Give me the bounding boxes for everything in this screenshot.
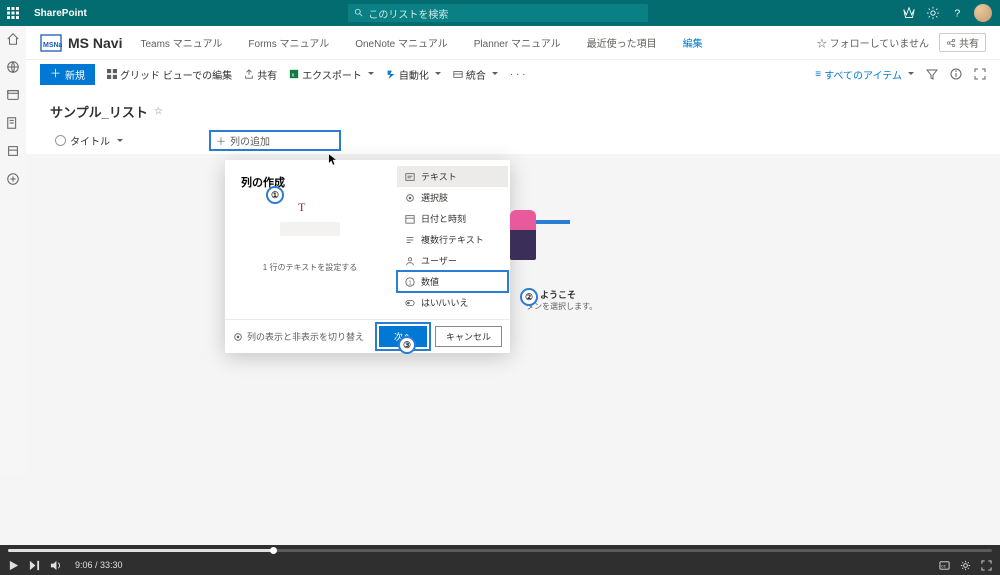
svg-text:cc: cc: [941, 563, 946, 568]
more-commands[interactable]: · · ·: [510, 69, 526, 80]
callout-1: ①: [266, 186, 284, 204]
left-rail: [0, 26, 26, 476]
export-button[interactable]: xエクスポート: [289, 67, 374, 82]
grid-view-button[interactable]: グリッド ビューでの編集: [107, 67, 232, 82]
video-settings-icon[interactable]: [960, 560, 971, 571]
type-user[interactable]: ユーザー: [397, 250, 508, 271]
integrate-button[interactable]: 統合: [453, 67, 498, 82]
search-input[interactable]: このリストを検索: [348, 4, 648, 22]
expand-icon[interactable]: [974, 68, 986, 80]
site-title[interactable]: MS Navi: [68, 35, 122, 51]
rail-create-icon[interactable]: [6, 172, 20, 186]
type-yesno[interactable]: はい/いいえ: [397, 292, 508, 313]
skip-icon[interactable]: [29, 560, 40, 571]
avatar[interactable]: [974, 4, 992, 22]
follow-toggle[interactable]: ☆ フォローしていません: [817, 35, 929, 50]
favorite-star-icon[interactable]: ☆: [154, 106, 163, 117]
nav-link[interactable]: 最近使った項目: [587, 35, 657, 50]
volume-icon[interactable]: [50, 560, 61, 571]
type-multiline[interactable]: 複数行テキスト: [397, 229, 508, 250]
nav-link[interactable]: Forms マニュアル: [248, 35, 329, 50]
video-controls: 9:06 / 33:30 cc: [0, 545, 1000, 575]
fullscreen-icon[interactable]: [981, 560, 992, 571]
rail-news-icon[interactable]: [6, 116, 20, 130]
share-button[interactable]: 共有: [244, 67, 277, 82]
column-type-list: テキスト 選択肢 日付と時刻 複数行テキスト ユーザー 1数値 はい/いいえ: [395, 160, 510, 319]
search-placeholder: このリストを検索: [368, 6, 448, 21]
callout-3: ③: [398, 336, 416, 354]
rail-home-icon[interactable]: [6, 32, 20, 46]
site-share-button[interactable]: 共有: [939, 33, 986, 52]
filter-icon[interactable]: [926, 68, 938, 80]
site-logo[interactable]: MSNavi: [40, 32, 62, 54]
cursor-icon: [328, 153, 338, 171]
video-progress[interactable]: [8, 549, 992, 552]
welcome-subtitle: タンを選択します。: [526, 301, 597, 312]
text-cursor-icon: T: [298, 200, 305, 215]
suite-app-name: SharePoint: [26, 8, 95, 19]
column-preview: T: [280, 210, 340, 244]
captions-icon[interactable]: cc: [939, 560, 950, 571]
automate-button[interactable]: 自動化: [386, 67, 441, 82]
svg-text:1: 1: [408, 280, 411, 286]
column-header-title[interactable]: タイトル: [70, 133, 210, 148]
rail-lists-icon[interactable]: [6, 144, 20, 158]
play-icon[interactable]: [8, 560, 19, 571]
nav-link[interactable]: Teams マニュアル: [140, 35, 222, 50]
site-nav: Teams マニュアル Forms マニュアル OneNote マニュアル Pl…: [140, 35, 702, 50]
toggle-columns-link[interactable]: 列の表示と非表示を切り替え: [233, 330, 371, 343]
type-number[interactable]: 1数値: [397, 271, 508, 292]
premium-icon[interactable]: [902, 6, 916, 20]
new-button[interactable]: ＋新規: [40, 64, 95, 85]
type-date[interactable]: 日付と時刻: [397, 208, 508, 229]
svg-text:?: ?: [954, 8, 960, 20]
type-choice[interactable]: 選択肢: [397, 187, 508, 208]
svg-text:x: x: [292, 73, 295, 79]
cancel-button[interactable]: キャンセル: [435, 326, 502, 347]
rail-files-icon[interactable]: [6, 88, 20, 102]
nav-link[interactable]: Planner マニュアル: [474, 35, 561, 50]
panel-caption: 1 行のテキストを設定する: [263, 262, 357, 273]
select-all[interactable]: [50, 135, 70, 146]
settings-icon[interactable]: [926, 6, 940, 20]
view-selector[interactable]: ≡ すべてのアイテム: [815, 67, 914, 82]
nav-edit[interactable]: 編集: [683, 35, 703, 50]
site-share-label: 共有: [959, 35, 979, 50]
video-time: 9:06 / 33:30: [75, 560, 123, 570]
svg-text:MSNavi: MSNavi: [43, 42, 62, 49]
callout-2: ②: [520, 288, 538, 306]
add-column-header[interactable]: ＋列の追加: [210, 131, 340, 150]
list-title: サンプル_リスト: [50, 102, 148, 121]
app-launcher[interactable]: [0, 0, 26, 26]
welcome-title: ようこそ: [540, 288, 597, 301]
rail-mysites-icon[interactable]: [6, 60, 20, 74]
info-icon[interactable]: [950, 68, 962, 80]
nav-link[interactable]: OneNote マニュアル: [355, 35, 448, 50]
type-text[interactable]: テキスト: [397, 166, 508, 187]
help-icon[interactable]: ?: [950, 6, 964, 20]
